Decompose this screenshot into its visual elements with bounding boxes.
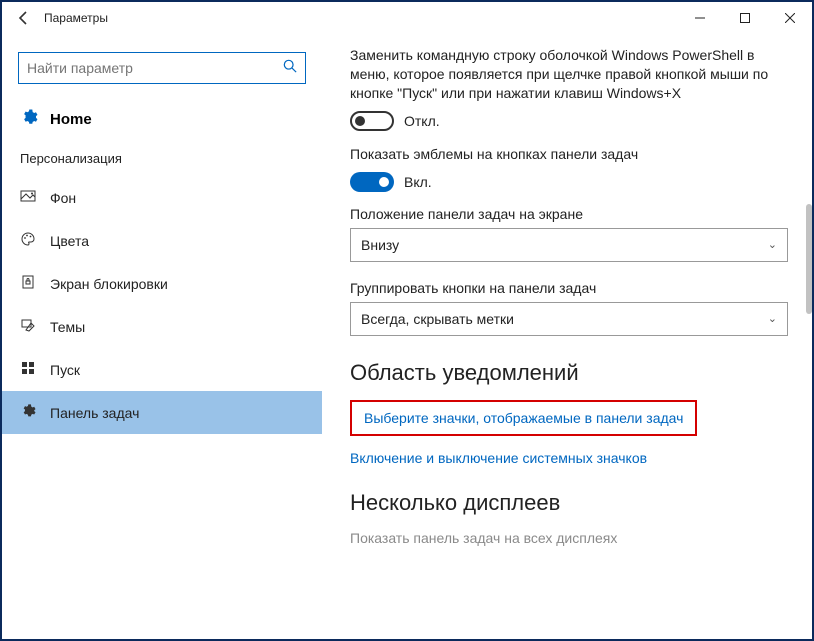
titlebar: Параметры [2, 2, 812, 34]
select-value: Всегда, скрывать метки [361, 311, 514, 327]
image-icon [20, 188, 36, 207]
nav-label: Фон [50, 190, 76, 206]
sidebar: Home Персонализация Фон Цвета Экран блок… [2, 34, 322, 639]
nav-label: Темы [50, 319, 85, 335]
sidebar-item-themes[interactable]: Темы [2, 305, 322, 348]
nav-label: Экран блокировки [50, 276, 168, 292]
search-box[interactable] [18, 52, 306, 84]
search-input[interactable] [27, 60, 283, 76]
multiple-displays-heading: Несколько дисплеев [350, 490, 788, 516]
system-icons-link[interactable]: Включение и выключение системных значков [350, 450, 788, 466]
select-value: Внизу [361, 237, 399, 253]
home-link[interactable]: Home [2, 98, 322, 143]
notification-area-heading: Область уведомлений [350, 360, 788, 386]
toggle-state-label: Откл. [404, 113, 440, 129]
taskbar-position-label: Положение панели задач на экране [350, 206, 788, 222]
themes-icon [20, 317, 36, 336]
sidebar-item-colors[interactable]: Цвета [2, 219, 322, 262]
group-buttons-select[interactable]: Всегда, скрывать метки ⌄ [350, 302, 788, 336]
start-icon [20, 360, 36, 379]
toggle-state-label: Вкл. [404, 174, 432, 190]
powershell-toggle[interactable] [350, 111, 394, 131]
highlighted-link-box: Выберите значки, отображаемые в панели з… [350, 400, 697, 436]
badges-toggle[interactable] [350, 172, 394, 192]
taskbar-position-select[interactable]: Внизу ⌄ [350, 228, 788, 262]
scrollbar[interactable] [806, 204, 812, 314]
maximize-button[interactable] [722, 3, 767, 33]
multi-display-text: Показать панель задач на всех дисплеях [350, 530, 788, 546]
close-button[interactable] [767, 3, 812, 33]
nav-label: Пуск [50, 362, 80, 378]
group-buttons-label: Группировать кнопки на панели задач [350, 280, 788, 296]
badges-description: Показать эмблемы на кнопках панели задач [350, 145, 788, 164]
home-label: Home [50, 111, 92, 128]
palette-icon [20, 231, 36, 250]
sidebar-item-taskbar[interactable]: Панель задач [2, 391, 322, 434]
gear-icon [20, 108, 38, 131]
window-title: Параметры [44, 11, 677, 25]
taskbar-icon [20, 403, 36, 422]
sidebar-item-background[interactable]: Фон [2, 176, 322, 219]
nav-label: Цвета [50, 233, 89, 249]
sidebar-item-lockscreen[interactable]: Экран блокировки [2, 262, 322, 305]
search-icon [283, 59, 297, 78]
chevron-down-icon: ⌄ [768, 312, 777, 325]
powershell-description: Заменить командную строку оболочкой Wind… [350, 46, 788, 103]
main-panel: Заменить командную строку оболочкой Wind… [322, 34, 812, 639]
chevron-down-icon: ⌄ [768, 238, 777, 251]
sidebar-item-start[interactable]: Пуск [2, 348, 322, 391]
back-button[interactable] [10, 4, 38, 32]
nav-label: Панель задач [50, 405, 139, 421]
select-icons-link[interactable]: Выберите значки, отображаемые в панели з… [364, 410, 683, 426]
lock-icon [20, 274, 36, 293]
category-label: Персонализация [2, 143, 322, 176]
minimize-button[interactable] [677, 3, 722, 33]
